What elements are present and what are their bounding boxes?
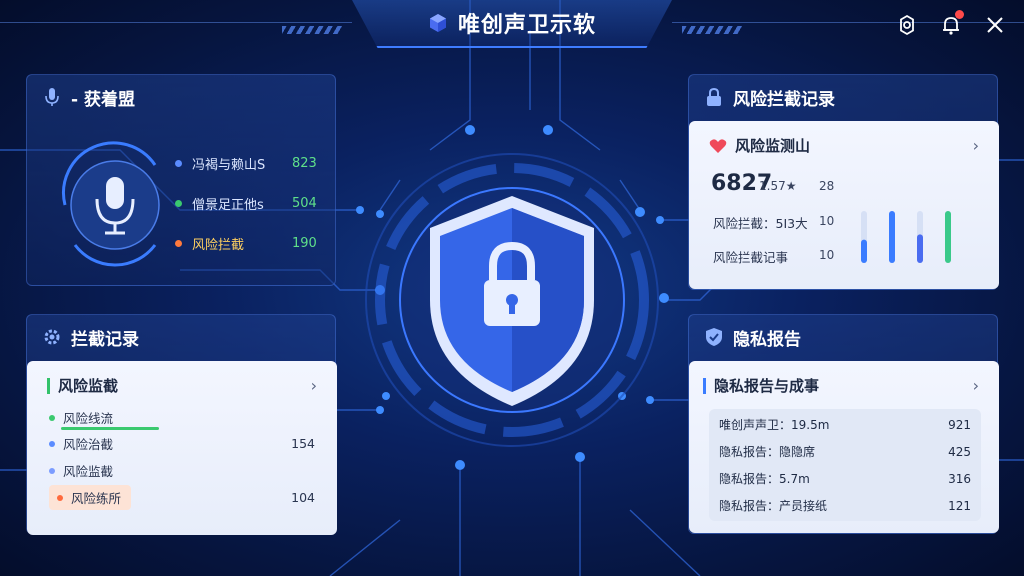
gear-icon	[900, 14, 914, 36]
record-dot	[57, 494, 63, 501]
privacy-row-value: 921	[948, 417, 971, 432]
privacy-table: 唯创声声卫：19.5m 921 隐私报告：隐隐席 425 隐私报告：5.7m 3…	[709, 409, 981, 521]
record-label: 风险线流	[63, 411, 114, 426]
risk-line-label: 风险拦截：5I3大	[713, 216, 808, 231]
risk-card-title: 风险监测山	[735, 137, 811, 155]
risk-line-label: 风险拦截记事	[713, 250, 789, 265]
cube-logo-icon	[429, 14, 446, 32]
chevron-right-icon[interactable]: ›	[973, 376, 979, 395]
risk-bars	[861, 211, 951, 263]
privacy-card-header[interactable]: 隐私报告与成事 ›	[689, 361, 999, 396]
privacy-row-label: 隐私报告：产员接纸	[719, 499, 828, 513]
privacy-row-value: 121	[948, 498, 971, 513]
stat-dot	[175, 159, 182, 167]
stat-label: 冯褐与赖山S	[192, 157, 266, 173]
record-row[interactable]: 风险练所 104	[27, 484, 337, 511]
stat-dot	[175, 239, 182, 247]
record-label: 风险治截	[63, 437, 114, 452]
records-card-title: 风险监截	[58, 377, 119, 395]
notification-button[interactable]	[940, 10, 964, 36]
record-row[interactable]: 风险治截 154	[27, 430, 337, 457]
risk-line-value: 10	[819, 214, 835, 228]
privacy-card: 隐私报告与成事 › 唯创声声卫：19.5m 921 隐私报告：隐隐席 425 隐…	[689, 361, 999, 533]
record-dot	[49, 440, 55, 447]
risk-panel-title: 风险拦截记录	[733, 89, 835, 110]
stat-dot	[175, 199, 182, 207]
voice-panel-header: - 获着盟	[27, 75, 335, 119]
header-stripes-left	[282, 26, 342, 34]
security-shield	[365, 153, 659, 447]
record-row[interactable]: 风险监截	[27, 457, 337, 484]
record-dot	[49, 467, 55, 474]
privacy-card-title: 隐私报告与成事	[714, 377, 820, 395]
chevron-right-icon[interactable]: ›	[973, 136, 979, 155]
heart-icon	[709, 138, 727, 153]
gear-cog-icon	[44, 329, 60, 345]
record-value: 104	[291, 490, 315, 505]
voice-stat-row: 僧景足正他s 504	[175, 183, 317, 223]
close-icon	[987, 17, 1003, 33]
voice-stats: 冯褐与赖山S 823 僧景足正他s 504 风险拦截 190	[175, 143, 317, 263]
records-panel-header: 拦截记录	[27, 315, 335, 359]
voice-stat-row: 风险拦截 190	[175, 223, 317, 263]
title-accent-bar	[703, 377, 706, 394]
voice-stat-row: 冯褐与赖山S 823	[175, 143, 317, 183]
records-panel-title: 拦截记录	[71, 329, 139, 350]
risk-bar	[945, 211, 951, 263]
record-label: 风险监截	[63, 464, 114, 479]
header-stripes-right	[682, 26, 742, 34]
voice-panel-title: - 获着盟	[71, 89, 135, 110]
privacy-panel-title: 隐私报告	[733, 329, 801, 350]
risk-big-num: 28	[819, 179, 835, 193]
risk-line-value: 10	[819, 248, 835, 262]
privacy-row-label: 唯创声声卫：19.5m	[719, 418, 830, 432]
close-button[interactable]	[984, 14, 1006, 36]
privacy-panel: 隐私报告 隐私报告与成事 › 唯创声声卫：19.5m 921 隐私报告：隐隐席 …	[688, 314, 999, 534]
stat-label: 风险拦截	[192, 237, 245, 253]
privacy-row[interactable]: 隐私报告：5.7m 316	[709, 465, 981, 492]
shield-check-icon	[706, 328, 722, 346]
stat-value: 823	[292, 155, 317, 171]
record-value: 154	[291, 436, 315, 451]
privacy-row-label: 隐私报告：隐隐席	[719, 445, 816, 459]
privacy-row-value: 316	[948, 471, 971, 486]
record-label: 风险练所	[71, 491, 122, 506]
privacy-row-label: 隐私报告：5.7m	[719, 472, 810, 486]
record-row[interactable]: 风险线流	[27, 404, 337, 431]
privacy-row-value: 425	[948, 444, 971, 459]
lock-icon	[707, 87, 721, 106]
record-highlight: 风险练所	[49, 485, 132, 510]
risk-panel: 风险拦截记录 风险监测山 › 6827 1.57★ 28 风险拦截：5I3大 1…	[688, 74, 999, 290]
record-dot	[49, 414, 55, 421]
voice-monitor-panel: - 获着盟 冯褐与赖山S 823 僧景足正他s 504 风险拦截 190	[26, 74, 336, 286]
risk-bar	[861, 239, 867, 263]
risk-bar	[917, 234, 923, 263]
microphone-icon	[45, 88, 59, 106]
header-line-left	[0, 22, 352, 23]
settings-button[interactable]	[896, 14, 918, 36]
risk-card-header[interactable]: 风险监测山 ›	[689, 121, 999, 156]
privacy-row[interactable]: 唯创声声卫：19.5m 921	[709, 411, 981, 438]
stat-value: 190	[292, 235, 317, 251]
stat-value: 504	[292, 195, 317, 211]
risk-bar	[889, 211, 895, 263]
records-card-header[interactable]: 风险监截 ›	[27, 361, 337, 396]
privacy-row[interactable]: 隐私报告：产员接纸 121	[709, 492, 981, 519]
stat-label: 僧景足正他s	[192, 197, 264, 213]
privacy-row[interactable]: 隐私报告：隐隐席 425	[709, 438, 981, 465]
risk-card: 风险监测山 › 6827 1.57★ 28 风险拦截：5I3大 10 风险拦截记…	[689, 121, 999, 289]
app-title: 唯创声卫示软	[457, 13, 596, 38]
window-actions	[896, 10, 1006, 36]
notification-badge	[955, 10, 964, 19]
app-header: 唯创声卫示软	[352, 0, 672, 48]
title-accent-bar	[47, 377, 50, 394]
privacy-panel-header: 隐私报告	[689, 315, 997, 359]
mic-ring	[62, 141, 160, 267]
records-panel: 拦截记录 风险监截 › 风险线流 风险治截 154 风险监截 风险练所 104	[26, 314, 337, 535]
risk-big-sub: 1.57★	[759, 179, 797, 193]
records-card: 风险监截 › 风险线流 风险治截 154 风险监截 风险练所 104	[27, 361, 337, 535]
chevron-right-icon[interactable]: ›	[311, 376, 317, 395]
risk-panel-header: 风险拦截记录	[689, 75, 997, 119]
